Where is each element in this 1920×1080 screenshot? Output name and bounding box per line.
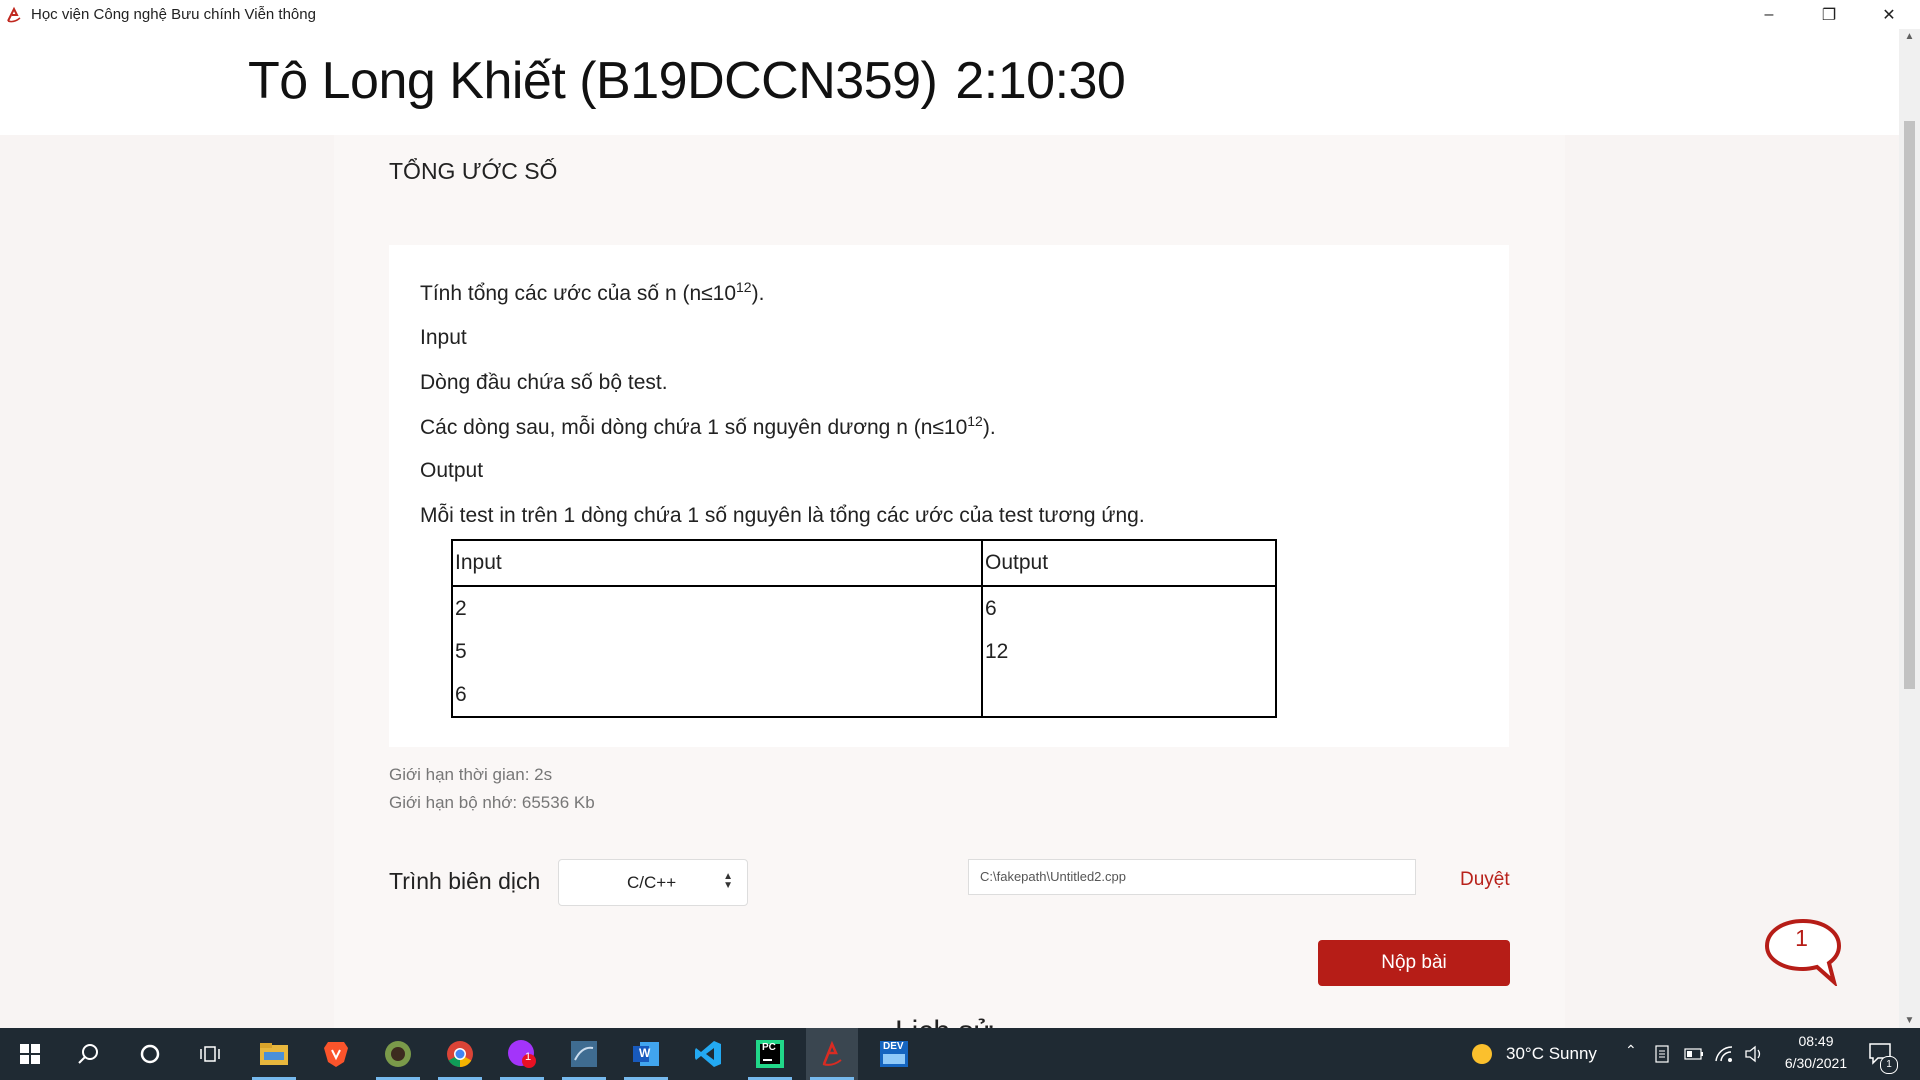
memory-limit: Giới hạn bộ nhớ: 65536 Kb: [389, 793, 595, 812]
messenger-icon[interactable]: 1: [496, 1028, 548, 1080]
history-heading: Lịch sử: [895, 1012, 993, 1028]
restore-icon: ❐: [1821, 6, 1837, 24]
compiler-selected-value: C/C++: [627, 873, 677, 892]
input-line-2: Các dòng sau, mỗi dòng chứa 1 số nguyên …: [420, 413, 996, 439]
select-arrows-icon: ▲ ▼: [723, 871, 733, 891]
file-path-input[interactable]: C:\fakepath\Untitled2.cpp: [968, 859, 1416, 895]
volume-icon[interactable]: [1744, 1045, 1764, 1063]
word-icon[interactable]: W: [620, 1028, 672, 1080]
submit-label: Nộp bài: [1381, 952, 1447, 973]
table-header-output: Output: [981, 539, 1277, 587]
problem-statement: Tính tổng các ước của số n (n≤1012).: [420, 279, 765, 305]
pycharm-letters: PC: [762, 1042, 776, 1053]
close-icon: ✕: [1882, 6, 1896, 24]
vertical-scrollbar[interactable]: ▲ ▼: [1899, 29, 1920, 1028]
vscode-icon[interactable]: [682, 1028, 734, 1080]
browse-button[interactable]: Duyệt: [1460, 869, 1510, 891]
exam-heading: Tô Long Khiết (B19DCCN359) 2:10:30: [248, 51, 1126, 111]
example-input-line: 2: [455, 597, 467, 620]
sun-icon: [1472, 1044, 1492, 1064]
app-icon[interactable]: [372, 1028, 424, 1080]
devcpp-icon[interactable]: DEV: [868, 1028, 920, 1080]
language-icon[interactable]: [1655, 1045, 1669, 1063]
submit-button[interactable]: Nộp bài: [1318, 940, 1510, 986]
window-titlebar: Học viện Công nghệ Bưu chính Viễn thông: [0, 0, 1920, 29]
exam-header: Tô Long Khiết (B19DCCN359) 2:10:30: [0, 29, 1899, 135]
windows-start-icon[interactable]: [4, 1028, 56, 1080]
devcpp-label: DEV: [883, 1041, 904, 1052]
minimize-icon: –: [1764, 5, 1774, 23]
app-badge-count: 1: [525, 1051, 532, 1063]
output-heading: Output: [420, 459, 484, 482]
student-name: Tô Long Khiết (B19DCCN359): [248, 52, 938, 110]
example-input-line: 5: [455, 640, 467, 663]
chrome-icon[interactable]: [434, 1028, 486, 1080]
mysql-workbench-icon[interactable]: [558, 1028, 610, 1080]
example-output-cell: 6 12: [981, 585, 1277, 718]
file-explorer-icon[interactable]: [248, 1028, 300, 1080]
windows-taskbar: 1 W PC DEV 30°C Sunny ⌃ 08:49 6/30/2021 …: [0, 1028, 1920, 1080]
close-button[interactable]: ✕: [1860, 0, 1918, 29]
search-icon[interactable]: [62, 1028, 114, 1080]
scrollbar-thumb[interactable]: [1904, 121, 1915, 689]
app-logo-icon: [7, 6, 21, 22]
pycharm-icon[interactable]: PC: [744, 1028, 796, 1080]
table-header-row: Input Output: [451, 539, 1277, 587]
chevron-up-icon[interactable]: ⌃: [1625, 1042, 1637, 1059]
compiler-select[interactable]: C/C++ ▲ ▼: [558, 859, 748, 906]
minimize-button[interactable]: –: [1740, 0, 1798, 29]
table-row: 2 5 6 6 12: [451, 585, 1277, 718]
task-view-icon[interactable]: [184, 1028, 236, 1080]
file-path-value: C:\fakepath\Untitled2.cpp: [980, 869, 1126, 884]
scroll-down-icon[interactable]: ▼: [1899, 1015, 1920, 1026]
example-table: Input Output 2 5 6 6 12: [451, 539, 1277, 718]
time-limit: Giới hạn thời gian: 2s: [389, 765, 553, 784]
countdown-timer: 2:10:30: [955, 52, 1126, 110]
problem-title: TỔNG ƯỚC SỐ: [389, 158, 558, 184]
output-line: Mỗi test in trên 1 dòng chứa 1 số nguyên…: [420, 504, 1145, 527]
wifi-icon[interactable]: [1714, 1045, 1734, 1063]
clock-date[interactable]: 6/30/2021: [1776, 1055, 1856, 1071]
example-input-cell: 2 5 6: [451, 585, 983, 718]
input-heading: Input: [420, 326, 467, 349]
example-output-line: 6: [985, 597, 997, 620]
notification-count: 1: [1880, 1056, 1898, 1074]
window-title: Học viện Công nghệ Bưu chính Viễn thông: [31, 6, 316, 23]
cortana-icon[interactable]: [124, 1028, 176, 1080]
example-input-line: 6: [455, 683, 467, 706]
chat-badge-count: 1: [1795, 925, 1808, 951]
scroll-up-icon[interactable]: ▲: [1899, 31, 1920, 42]
battery-icon[interactable]: [1684, 1048, 1704, 1060]
table-header-input: Input: [451, 539, 983, 587]
compiler-label: Trình biên dịch: [389, 868, 541, 894]
input-line-1: Dòng đầu chứa số bộ test.: [420, 371, 668, 394]
exam-app-icon[interactable]: [806, 1028, 858, 1080]
restore-button[interactable]: ❐: [1800, 0, 1858, 29]
word-letter: W: [639, 1046, 651, 1060]
brave-icon[interactable]: [310, 1028, 362, 1080]
clock-time[interactable]: 08:49: [1791, 1033, 1841, 1049]
example-output-line: 12: [985, 640, 1009, 663]
weather-text[interactable]: 30°C Sunny: [1506, 1044, 1597, 1064]
